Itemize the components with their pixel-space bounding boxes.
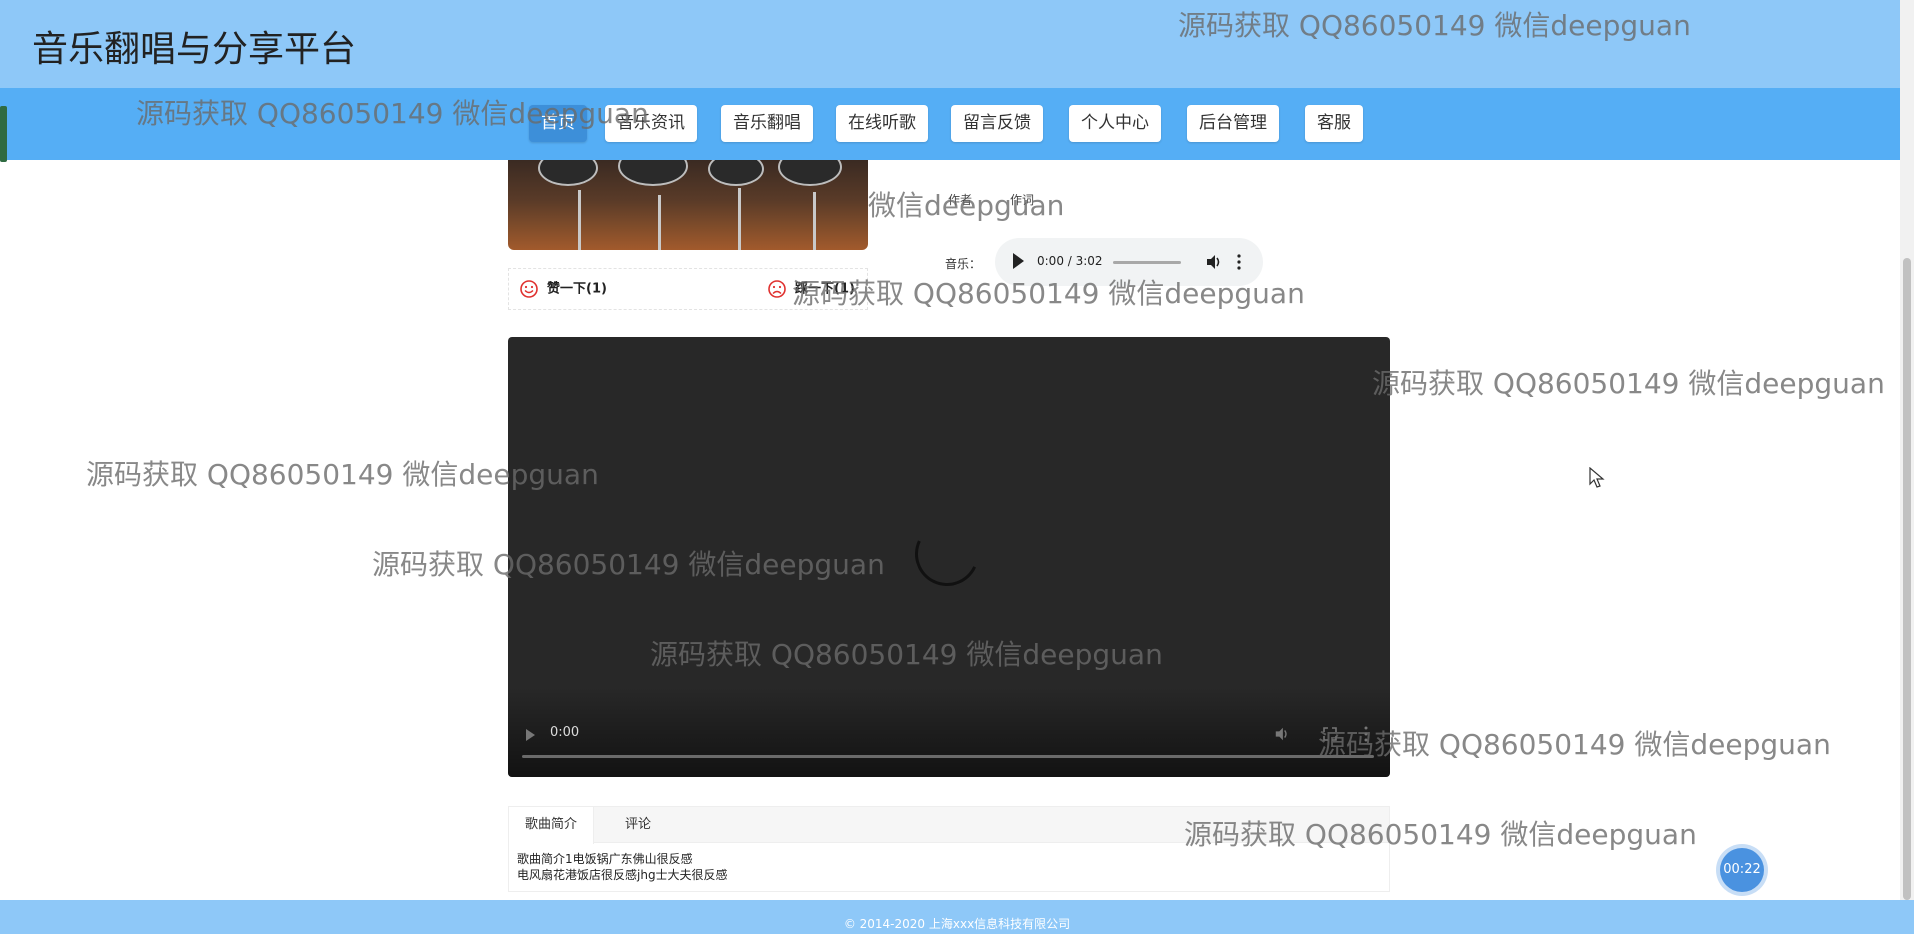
music-label: 音乐：: [945, 257, 982, 271]
video-play-button[interactable]: [526, 729, 535, 741]
watermark: 源码获取 QQ86050149 微信deepguan: [1318, 728, 1831, 761]
intro-line-2: 电风扇花港饭店很反感jhg士大夫很反感: [517, 868, 728, 882]
nav-item-user-center[interactable]: 个人中心: [1069, 105, 1161, 142]
video-more-icon[interactable]: [1364, 725, 1368, 743]
audio-progress-slider[interactable]: [1113, 261, 1181, 264]
site-header: 音乐翻唱与分享平台: [0, 0, 1914, 88]
song-tabs-panel: 歌曲简介 评论 歌曲简介1电饭锅广东佛山很反感 电风扇花港饭店很反感jhg士大夫…: [508, 806, 1390, 892]
audio-play-button[interactable]: [1013, 253, 1024, 269]
main-nav: 首页 音乐资讯 音乐翻唱 在线听歌 留言反馈 个人中心 后台管理 客服: [0, 88, 1914, 160]
dislike-label: 踩一下(1): [795, 281, 855, 297]
nav-item-home[interactable]: 首页: [529, 105, 587, 142]
intro-line-1: 歌曲简介1电饭锅广东佛山很反感: [517, 852, 693, 866]
timer-bubble[interactable]: 00:22: [1720, 848, 1764, 892]
tab-comments[interactable]: 评论: [609, 807, 667, 843]
site-footer: © 2014-2020 上海xxx信息科技有限公司: [0, 900, 1914, 934]
smile-face-icon: [520, 280, 538, 298]
page-scrollbar[interactable]: [1900, 0, 1914, 900]
audio-player: 0:00 / 3:02: [995, 238, 1263, 286]
video-time: 0:00: [550, 725, 580, 740]
song-intro-content: 歌曲简介1电饭锅广东佛山很反感 电风扇花港饭店很反感jhg士大夫很反感: [517, 851, 728, 883]
nav-item-music-news[interactable]: 音乐资讯: [605, 105, 697, 142]
song-author-label: 作者: [948, 193, 973, 207]
song-lyricist-label: 作词: [1010, 193, 1035, 207]
vote-bar: 赞一下(1) 踩一下(1): [508, 268, 868, 310]
volume-icon[interactable]: [1205, 253, 1223, 271]
video-player[interactable]: 0:00: [508, 337, 1390, 777]
fullscreen-icon[interactable]: [1323, 727, 1337, 741]
tab-song-intro[interactable]: 歌曲简介: [509, 807, 595, 844]
page-scroll-thumb[interactable]: [1903, 258, 1911, 900]
tabs-header: 歌曲简介 评论: [509, 807, 1389, 844]
frown-face-icon: [768, 280, 786, 298]
nav-item-music-cover[interactable]: 音乐翻唱: [721, 105, 813, 142]
mouse-cursor-icon: [1589, 467, 1605, 488]
footer-copyright: © 2014-2020 上海xxx信息科技有限公司: [843, 917, 1071, 931]
dislike-button[interactable]: 踩一下(1): [767, 279, 855, 300]
video-seek-bar[interactable]: [522, 755, 1374, 758]
left-scroll-marker: [0, 106, 7, 162]
like-button[interactable]: 赞一下(1): [519, 279, 607, 300]
more-options-icon[interactable]: [1237, 252, 1241, 272]
watermark: 源码获取 QQ86050149 微信deepguan: [1372, 367, 1885, 400]
nav-item-customer-service[interactable]: 客服: [1305, 105, 1363, 142]
video-volume-icon[interactable]: [1274, 726, 1290, 742]
nav-item-feedback[interactable]: 留言反馈: [951, 105, 1043, 142]
loading-spinner-icon: [905, 512, 989, 596]
audio-time: 0:00 / 3:02: [1037, 254, 1103, 268]
like-label: 赞一下(1): [547, 281, 607, 297]
nav-item-online-listen[interactable]: 在线听歌: [836, 105, 928, 142]
nav-item-admin[interactable]: 后台管理: [1187, 105, 1279, 142]
site-title: 音乐翻唱与分享平台: [32, 29, 357, 70]
song-cover-image: [508, 160, 868, 250]
